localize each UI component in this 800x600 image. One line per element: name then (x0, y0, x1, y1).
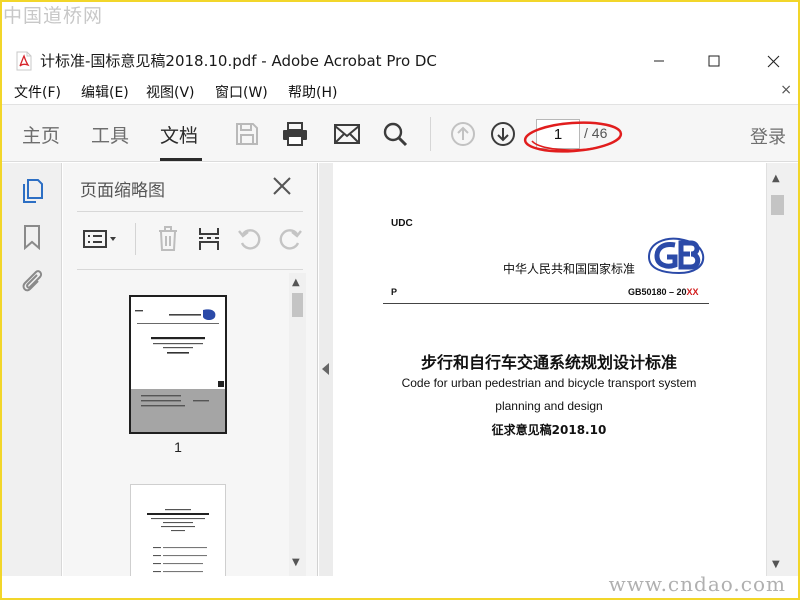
doc-standard-code: GB50180 – 20XX (628, 287, 699, 297)
panel-divider (77, 269, 303, 270)
panel-splitter[interactable] (319, 163, 333, 576)
print-button[interactable] (280, 119, 310, 149)
redo-icon (279, 229, 302, 250)
attachments-button[interactable] (18, 267, 46, 295)
window-title-bar: 计标准-国标意见稿2018.10.pdf - Adobe Acrobat Pro… (2, 40, 798, 80)
thumbnail-page-preview (147, 509, 209, 573)
scroll-up-arrow-icon[interactable]: ▲ (772, 173, 780, 184)
doc-title-en-line1: Code for urban pedestrian and bicycle tr… (401, 376, 697, 390)
maximize-icon (708, 55, 720, 67)
page-thumbnails-panel: 页面缩略图 1 ▲ ▼ (63, 163, 318, 576)
scroll-up-arrow-icon[interactable]: ▲ (292, 277, 300, 288)
previous-page-button[interactable] (448, 119, 478, 149)
attachment-icon (22, 270, 43, 292)
menu-edit[interactable]: 编辑(E) (81, 82, 129, 102)
page-total-count: / 46 (584, 125, 608, 141)
menu-bar: 文件(F) 编辑(E) 视图(V) 窗口(W) 帮助(H) × (2, 80, 798, 104)
thumbnail-scrollbar[interactable]: ▲ ▼ (289, 273, 306, 576)
delete-icon (159, 226, 177, 251)
doc-title-cn: 步行和自行车交通系统规划设计标准 (420, 353, 677, 372)
panel-toolbar-separator (135, 223, 136, 255)
pdf-file-icon (16, 51, 32, 71)
tab-document[interactable]: 文档 (160, 121, 198, 148)
insert-pages-button[interactable] (194, 225, 224, 253)
menu-close-button[interactable]: × (780, 82, 792, 98)
page-thumbnail-1[interactable] (129, 295, 227, 434)
menu-help[interactable]: 帮助(H) (288, 82, 337, 102)
close-window-button[interactable] (750, 48, 796, 74)
watermark-bottom: www.cndao.com (608, 572, 786, 596)
gb-logo (647, 237, 705, 275)
save-icon (236, 123, 258, 145)
page-thumbnail-2[interactable] (130, 484, 226, 576)
insert-pages-icon (199, 228, 219, 250)
next-page-button[interactable] (488, 119, 518, 149)
doc-rule-line (383, 303, 709, 304)
options-menu-icon (83, 230, 116, 248)
doc-title-en-line2: planning and design (495, 399, 603, 413)
thumbnail-page-preview (131, 297, 225, 432)
main-toolbar: 主页 工具 文档 1 / 46 登录 (2, 104, 798, 162)
maximize-button[interactable] (691, 48, 737, 74)
rotate-right-button[interactable] (275, 225, 305, 253)
email-icon (334, 124, 360, 144)
close-icon (767, 55, 779, 67)
thumbnail-options-button[interactable] (81, 225, 121, 253)
scroll-down-arrow-icon[interactable]: ▼ (772, 559, 780, 570)
document-scrollbar[interactable]: ▲ ▼ (766, 163, 798, 576)
save-button[interactable] (232, 119, 262, 149)
doc-standard-line: 中华人民共和国国家标准 (503, 262, 636, 276)
menu-window[interactable]: 窗口(W) (215, 82, 268, 102)
doc-code-suffix: XX (686, 287, 699, 297)
scroll-down-arrow-icon[interactable]: ▼ (292, 557, 300, 568)
panel-close-button[interactable] (269, 173, 295, 199)
scrollbar-thumb[interactable] (771, 195, 784, 215)
page-up-icon (451, 122, 475, 146)
bookmark-icon (24, 225, 40, 250)
watermark-top: 中国道桥网 (3, 5, 104, 27)
toolbar-separator (430, 117, 431, 151)
minimize-icon (654, 60, 664, 62)
page-down-icon (491, 122, 515, 146)
collapse-panel-button[interactable] (320, 361, 332, 377)
doc-p-mark: P (391, 287, 398, 297)
page-thumbnails-button[interactable] (18, 177, 46, 205)
doc-code-prefix: GB50180 – 20 (628, 287, 687, 297)
window-title: 计标准-国标意见稿2018.10.pdf - Adobe Acrobat Pro… (40, 52, 437, 70)
page-thumbnails-icon (23, 179, 43, 203)
thumbnail-page-number: 1 (174, 439, 182, 455)
menu-view[interactable]: 视图(V) (146, 82, 195, 102)
navigation-rail (2, 163, 62, 576)
scrollbar-thumb[interactable] (292, 293, 303, 317)
search-button[interactable] (380, 119, 410, 149)
undo-icon (238, 229, 261, 250)
panel-divider (77, 211, 303, 212)
minimize-button[interactable] (636, 48, 682, 74)
panel-title: 页面缩略图 (80, 181, 165, 201)
close-icon (273, 177, 291, 195)
document-page: UDC 中华人民共和国国家标准 P GB50180 – 20XX 步行和自行车交… (333, 163, 765, 576)
page-number-input[interactable] (536, 119, 580, 149)
doc-udc-label: UDC (391, 218, 413, 229)
delete-pages-button[interactable] (153, 225, 183, 253)
chevron-left-icon (322, 363, 329, 375)
menu-file[interactable]: 文件(F) (14, 82, 61, 102)
login-button[interactable]: 登录 (750, 123, 786, 149)
document-scroll-track[interactable]: ▲ ▼ (769, 163, 786, 576)
print-icon (283, 122, 307, 146)
rotate-left-button[interactable] (235, 225, 265, 253)
tab-home[interactable]: 主页 (22, 121, 60, 148)
doc-draft-note: 征求意见稿2018.10 (491, 423, 607, 437)
tab-tools[interactable]: 工具 (91, 121, 129, 148)
email-button[interactable] (332, 119, 362, 149)
search-icon (383, 122, 408, 147)
bookmarks-button[interactable] (18, 223, 46, 251)
active-tab-indicator (160, 158, 202, 161)
